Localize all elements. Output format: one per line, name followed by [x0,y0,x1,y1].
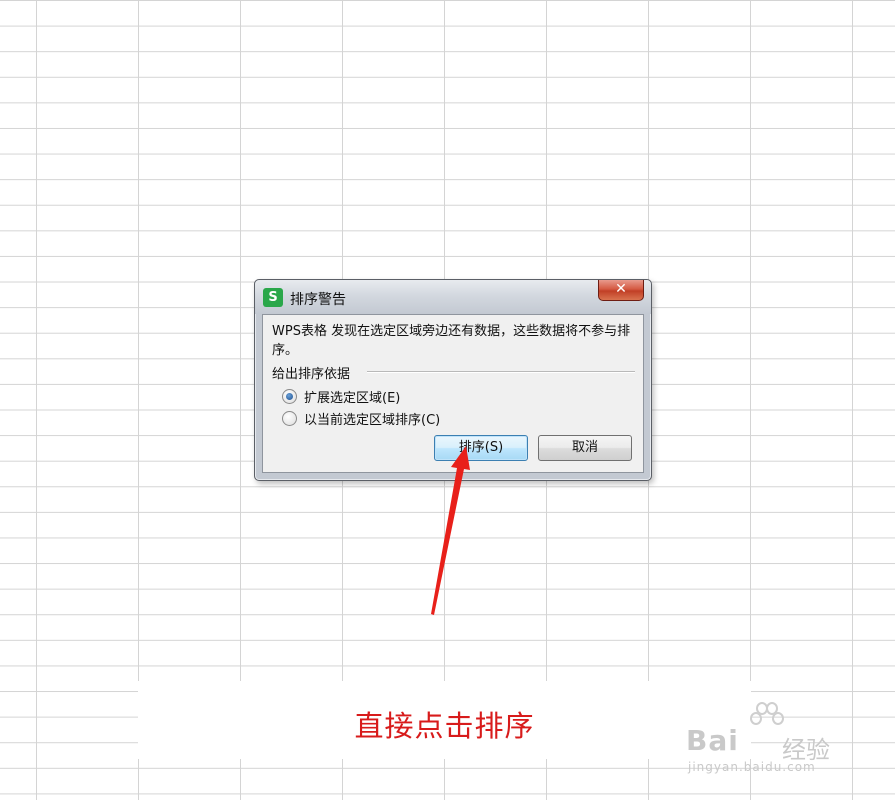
option-expand-selection[interactable]: 扩展选定区域(E) [282,387,401,406]
radio-unchecked-icon[interactable] [282,410,297,426]
baidu-watermark: Bai 经验 jingyan.baidu.com [686,702,856,782]
group-divider [367,371,635,373]
sort-warning-dialog: S 排序警告 ✕ WPS表格 发现在选定区域旁边还有数据，这些数据将不参与排序。… [254,279,652,481]
instruction-caption: 直接点击排序 [354,709,535,743]
radio-checked-icon[interactable] [282,388,297,404]
caption-panel: 直接点击排序 [138,681,751,759]
dialog-title: 排序警告 [290,292,346,308]
warning-message: WPS表格 发现在选定区域旁边还有数据，这些数据将不参与排序。 [272,324,631,358]
sort-button[interactable]: 排序(S) [434,435,528,461]
option-expand-label: 扩展选定区域(E) [304,390,401,406]
paw-logo-icon [750,702,784,732]
dialog-titlebar[interactable]: S 排序警告 ✕ [255,280,651,314]
cancel-button[interactable]: 取消 [538,435,632,461]
watermark-brand: Bai [686,724,739,757]
close-button[interactable]: ✕ [598,280,644,301]
option-current-label: 以当前选定区域排序(C) [304,412,441,428]
sort-basis-label: 给出排序依据 [272,363,357,382]
dialog-body: WPS表格 发现在选定区域旁边还有数据，这些数据将不参与排序。 给出排序依据 扩… [262,314,644,473]
watermark-url: jingyan.baidu.com [688,760,816,774]
option-current-selection[interactable]: 以当前选定区域排序(C) [282,409,441,428]
wps-app-icon: S [263,288,283,307]
